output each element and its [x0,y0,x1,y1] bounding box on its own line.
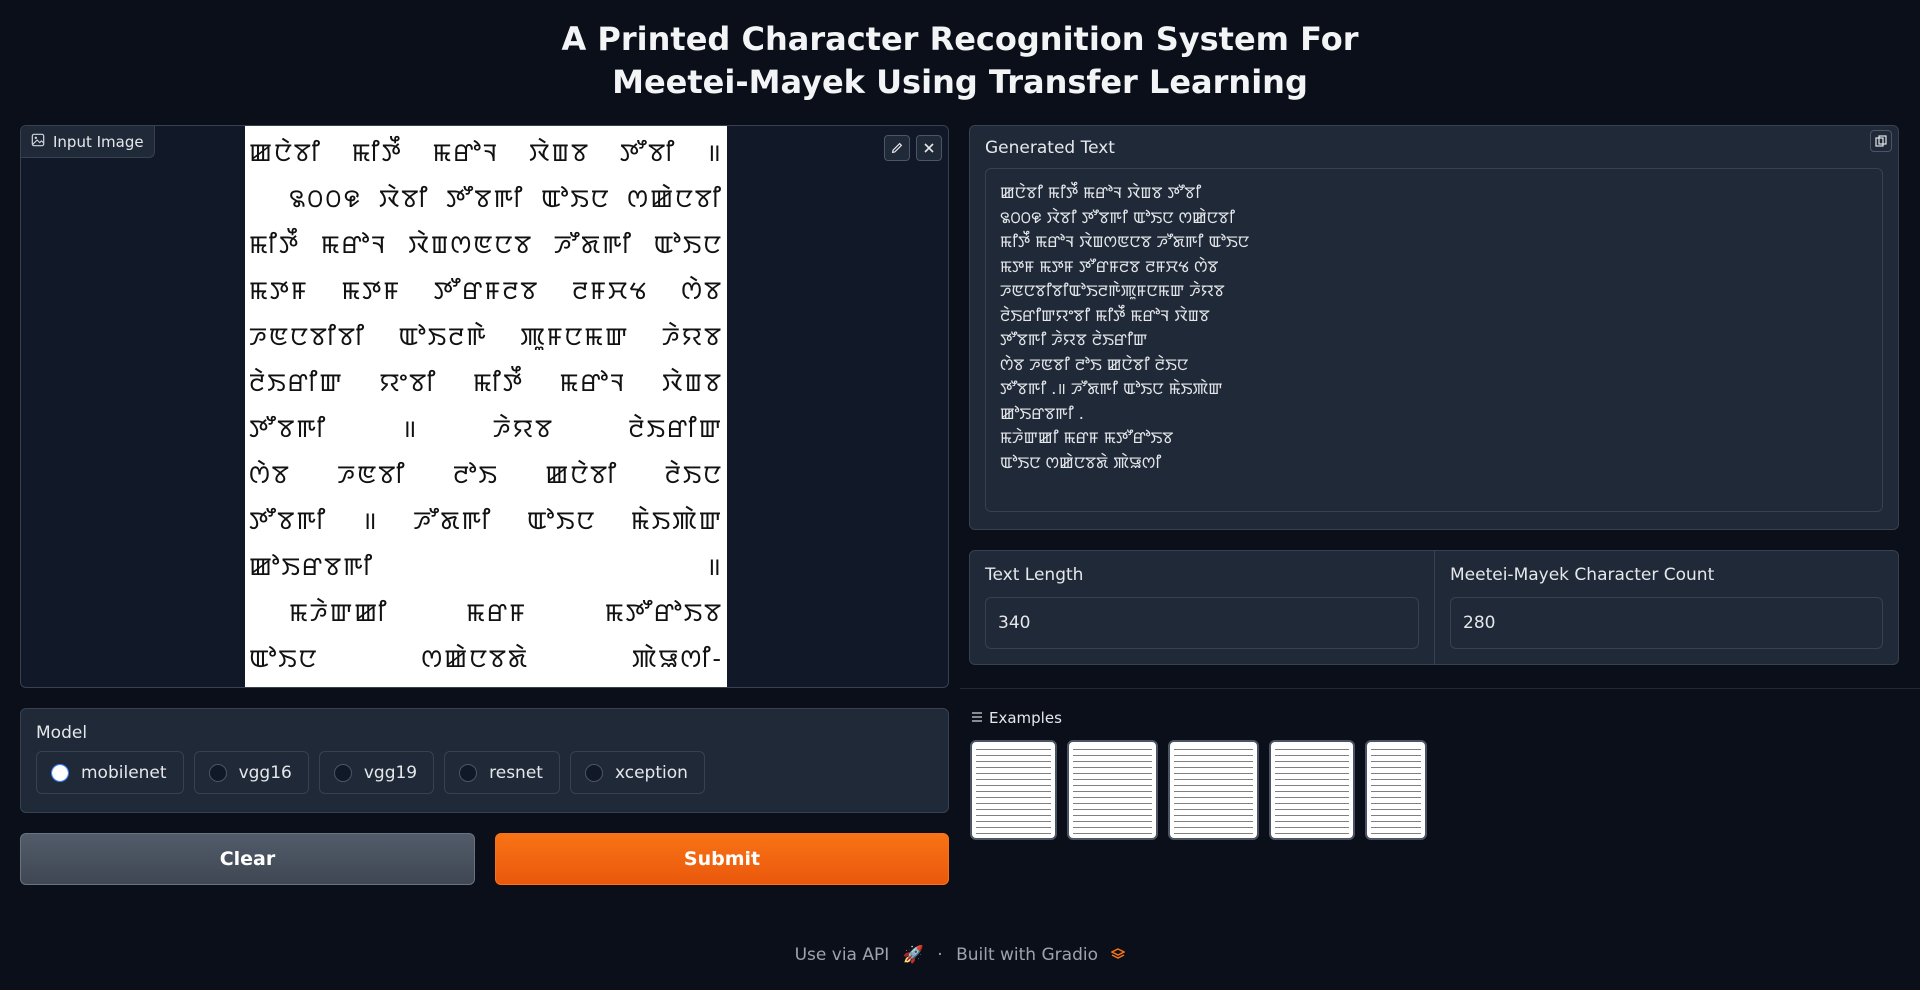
document-line: ꯀꯣꯏꯔꯕꯒꯤ ॥ [249,552,723,581]
generated-text-output[interactable]: ꯀꯅꯥꯕꯤ ꯃꯤꯇꯩ ꯃꯔꯣꯜ ꯋꯥꯡꯕ ꯇꯧꯕꯤ ꯲꯰꯰꯶ ꯋꯥꯕꯤ ꯇꯧꯕꯒꯤ… [985,168,1883,512]
model-option-label: mobilenet [81,762,167,783]
input-image-label-text: Input Image [53,132,144,151]
example-thumbnail-image [976,746,1051,834]
document-line: ꯂꯥꯏꯔꯤꯛ ꯌꯦꯕꯤ ꯃꯤꯇꯩ ꯃꯔꯣꯜ ꯋꯥꯡꯕ [249,368,723,397]
example-thumbnail-image [1073,746,1152,834]
model-label: Model [36,723,88,743]
document-line: ꯍꯟꯅꯕꯤꯕꯤ ꯑꯣꯏꯂꯒꯥ ꯄꯨꯝꯅꯃꯛ ꯍꯥꯌꯕ [249,322,723,351]
document-image: ꯀꯅꯥꯕꯤ ꯃꯤꯇꯩ ꯃꯔꯣꯜ ꯋꯥꯡꯕ ꯇꯧꯕꯤ ॥ ꯲꯰꯰꯶ ꯋꯥꯕꯤ ꯇꯧꯕ… [245,126,727,687]
example-thumbnail[interactable] [1365,740,1427,840]
examples-header: Examples [971,709,1062,727]
radio-dot[interactable] [584,763,603,782]
submit-button[interactable]: Submit [495,833,949,885]
model-option-mobilenet[interactable]: mobilenet [36,751,184,794]
output-line: ꯂꯥꯏꯔꯤꯛꯌꯦꯕꯤ ꯃꯤꯇꯩ ꯃꯔꯣꯜ ꯋꯥꯡꯕ [1000,305,1210,325]
document-line: ꯇꯧꯕꯒꯤ ॥ ꯍꯧꯗꯒꯤ ꯑꯣꯏꯅ ꯃꯥꯏꯄꯥꯛ [249,506,723,535]
page-title: A Printed Character Recognition System F… [0,18,1920,104]
model-panel: Model mobilenet vgg16 vgg19 resnet xception [20,708,949,813]
output-line: ꯍꯟꯅꯕꯤꯕꯤꯑꯣꯏꯂꯒꯥꯄꯨꯝꯅꯃꯛ ꯍꯥꯌꯕ [1000,281,1225,300]
output-line: ꯃꯍꯥꯛꯀꯤ ꯃꯔꯝ ꯃꯇꯧꯔꯣꯏꯕ [1000,428,1174,447]
title-line-1: A Printed Character Recognition System F… [561,20,1359,58]
model-option-label: vgg19 [363,762,418,783]
output-line: ꯁꯥꯕ ꯍꯟꯕꯤ ꯂꯣꯏ ꯀꯅꯥꯕꯤ ꯂꯥꯏꯅ [1000,354,1189,374]
footer-separator: · [937,945,943,965]
char-count-panel: Meetei-Mayek Character Count 280 [1434,550,1899,665]
input-image-panel[interactable]: ꯀꯅꯥꯕꯤ ꯃꯤꯇꯩ ꯃꯔꯣꯜ ꯋꯥꯡꯕ ꯇꯧꯕꯤ ॥ ꯲꯰꯰꯶ ꯋꯥꯕꯤ ꯇꯧꯕ… [20,125,949,688]
text-length-panel: Text Length 340 [969,550,1435,665]
examples-label: Examples [989,709,1062,727]
document-line: ꯑꯣꯏꯅ ꯁꯀꯥꯅꯕꯗꯥ ꯄꯥꯎꯁꯤ- [249,644,723,673]
radio-dot[interactable] [333,763,352,782]
output-line: ꯑꯣꯏꯅ ꯁꯀꯥꯅꯕꯗꯥ ꯄꯥꯎꯁꯤ [1000,452,1162,472]
title-line-2: Meetei-Mayek Using Transfer Learning [612,63,1308,101]
built-with-gradio-link[interactable]: Built with Gradio [956,945,1098,965]
model-option-vgg16[interactable]: vgg16 [193,751,309,794]
radio-dot[interactable] [51,763,69,782]
output-line: ꯀꯣꯏꯔꯕꯒꯤ . [1000,403,1084,423]
example-thumbnail[interactable] [970,740,1057,840]
text-length-label: Text Length [985,565,1084,585]
input-image-label: Input Image [21,126,155,158]
model-option-xception[interactable]: xception [569,751,705,794]
image-icon [31,133,45,151]
image-tools [884,135,942,161]
document-line: ꯇꯧꯕꯒꯤ ॥ ꯍꯥꯌꯕ ꯂꯥꯏꯔꯤꯛ [249,414,723,443]
example-thumbnail-image [1174,746,1253,834]
model-option-label: vgg16 [238,762,292,783]
output-line: ꯃꯇꯝ ꯃꯇꯝ ꯇꯧꯔꯝꯂꯕ ꯂꯝꯆꯠ ꯁꯥꯕ [1000,256,1219,276]
footer: Use via API 🚀 · Built with Gradio [0,945,1920,965]
model-option-vgg19[interactable]: vgg19 [318,751,435,794]
radio-dot[interactable] [208,763,227,782]
example-thumbnail[interactable] [1168,740,1259,840]
output-line: ꯃꯤꯇꯩ ꯃꯔꯣꯜ ꯋꯥꯡꯁꯟꯅꯕ ꯍꯧꯗꯒꯤ ꯑꯣꯏꯅ [1000,232,1250,251]
close-icon[interactable] [916,135,942,161]
clear-button[interactable]: Clear [20,833,475,885]
example-thumbnail-image [1371,746,1421,834]
edit-icon[interactable] [884,135,910,161]
list-icon [971,709,983,727]
text-length-field[interactable]: 340 [985,597,1419,649]
model-radio-group: mobilenet vgg16 vgg19 resnet xception [36,751,933,794]
radio-dot[interactable] [459,763,478,782]
document-line: ꯃꯍꯥꯛꯀꯤ ꯃꯔꯝ ꯃꯇꯧꯔꯣꯏꯕ [289,598,723,627]
example-thumbnail-image [1275,746,1349,834]
document-line: ꯲꯰꯰꯶ ꯋꯥꯕꯤ ꯇꯧꯕꯒꯤ ꯑꯣꯏꯅ ꯁꯀꯥꯅꯕꯤ [289,184,723,213]
example-thumbnail[interactable] [1269,740,1355,840]
output-line: ꯇꯧꯕꯒꯤ .॥ ꯍꯧꯗꯒꯤ ꯑꯣꯏꯅ ꯃꯥꯏꯄꯥꯛ [1000,379,1223,398]
document-line: ꯀꯅꯥꯕꯤ ꯃꯤꯇꯩ ꯃꯔꯣꯜ ꯋꯥꯡꯕ ꯇꯧꯕꯤ ॥ [249,138,723,167]
output-line: ꯲꯰꯰꯶ ꯋꯥꯕꯤ ꯇꯧꯕꯒꯤ ꯑꯣꯏꯅ ꯁꯀꯥꯅꯕꯤ [1000,207,1235,227]
model-option-label: resnet [489,762,543,783]
char-count-label: Meetei-Mayek Character Count [1450,565,1715,585]
example-thumbnail[interactable] [1067,740,1158,840]
document-line: ꯃꯇꯝ ꯃꯇꯝ ꯇꯧꯔꯝꯂꯕ ꯂꯝꯆꯠ ꯁꯥꯕ [249,276,723,305]
examples-gallery [970,740,1427,840]
output-line: ꯇꯧꯕꯒꯤ ꯍꯥꯌꯕ ꯂꯥꯏꯔꯤꯛ [1000,330,1148,349]
gradio-logo-icon [1110,945,1127,965]
document-line: ꯃꯤꯇꯩ ꯃꯔꯣꯜ ꯋꯥꯡꯁꯟꯅꯕ ꯍꯧꯗꯒꯤ ꯑꯣꯏꯅ [249,230,723,259]
copy-icon[interactable] [1870,130,1892,152]
generated-text-panel: Generated Text ꯀꯅꯥꯕꯤ ꯃꯤꯇꯩ ꯃꯔꯣꯜ ꯋꯥꯡꯕ ꯇꯧꯕꯤ… [969,125,1899,530]
output-line: ꯀꯅꯥꯕꯤ ꯃꯤꯇꯩ ꯃꯔꯣꯜ ꯋꯥꯡꯕ ꯇꯧꯕꯤ [1000,183,1202,202]
divider [960,688,1920,689]
use-via-api-link[interactable]: Use via API [795,945,890,965]
model-option-resnet[interactable]: resnet [444,751,560,794]
model-option-label: xception [614,762,688,783]
generated-text-label: Generated Text [985,138,1115,158]
char-count-field[interactable]: 280 [1450,597,1883,649]
document-line: ꯁꯥꯕ ꯍꯟꯕꯤ ꯂꯣꯏ ꯀꯅꯥꯕꯤ ꯂꯥꯏꯅ [249,460,723,489]
rocket-icon: 🚀 [902,945,924,965]
